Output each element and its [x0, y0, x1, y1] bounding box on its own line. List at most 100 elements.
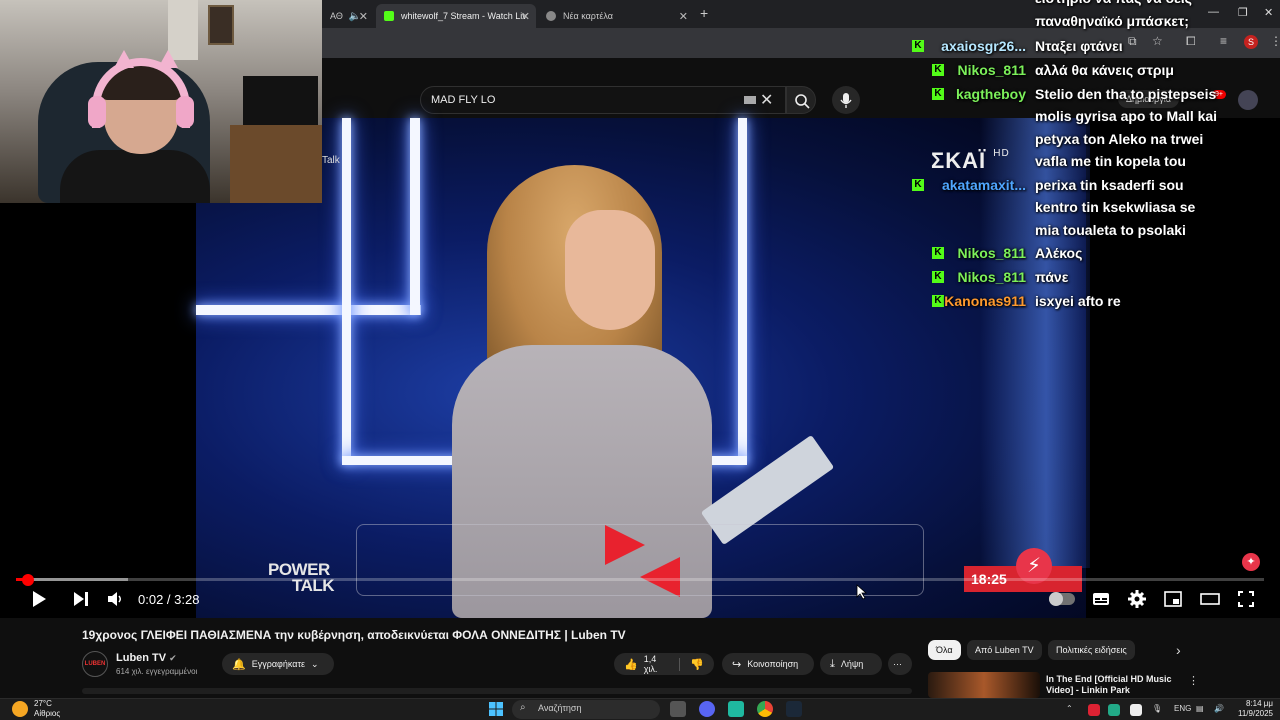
share-button[interactable]: ↪ Κοινοποίηση	[722, 653, 814, 675]
chip-political-news[interactable]: Πολιτικές ειδήσεις	[1048, 640, 1135, 660]
search-button[interactable]	[786, 86, 816, 114]
media-icon[interactable]: ≡	[1220, 34, 1227, 48]
like-icon[interactable]: 👍	[624, 658, 638, 671]
close-icon[interactable]: ✕	[359, 10, 368, 23]
recommended-thumbnail[interactable]	[928, 672, 1040, 698]
autoplay-knob	[1049, 592, 1063, 606]
taskbar-search[interactable]: Αναζήτηση	[512, 700, 660, 719]
theater-mode-icon[interactable]	[1200, 593, 1220, 605]
fullscreen-icon[interactable]	[1238, 591, 1254, 607]
steam-icon[interactable]	[786, 701, 802, 717]
verified-icon: ✔	[169, 653, 177, 663]
search-icon: ⌕	[520, 702, 526, 713]
tray-chevron-icon[interactable]: ⌃	[1066, 704, 1073, 713]
speaker-icon[interactable]: 🔊	[1214, 704, 1224, 713]
close-window-icon[interactable]: ✕	[1264, 6, 1273, 19]
chevron-right-icon[interactable]: ›	[1176, 642, 1181, 658]
bookmark-star-icon[interactable]: ☆	[1152, 34, 1163, 48]
new-tab-button[interactable]: +	[700, 5, 708, 21]
taskbar-search-text: Αναζήτηση	[538, 703, 582, 713]
play-icon[interactable]	[30, 590, 48, 608]
clear-search-icon[interactable]: ✕	[760, 90, 773, 110]
download-button[interactable]: ⤓ Λήψη	[820, 653, 882, 675]
voice-search-button[interactable]	[832, 86, 860, 114]
search-input[interactable]: MAD FLY LO	[420, 86, 786, 114]
bell-icon: 🔔	[232, 658, 246, 671]
download-label: Λήψη	[840, 659, 864, 669]
menu-icon[interactable]: ⋮	[1270, 34, 1280, 48]
recommended-title[interactable]: In The End [Official HD Music Video] - L…	[1046, 674, 1186, 696]
language-indicator[interactable]: ENG	[1174, 704, 1191, 713]
weather-widget[interactable]: 27°C Αίθριος	[34, 699, 60, 719]
like-count[interactable]: 1,4 χιλ.	[644, 654, 664, 674]
taskbar-clock[interactable]: 8:14 μμ 11/9/2025	[1238, 699, 1273, 719]
presenter-face	[565, 210, 655, 330]
settings-gear-icon[interactable]	[1128, 590, 1146, 608]
microphone-icon	[840, 93, 852, 108]
dislike-icon[interactable]: 👎	[679, 657, 704, 671]
neon-line	[342, 118, 351, 463]
tab-whitewolf-stream[interactable]: whitewolf_7 Stream - Watch Liv ✕	[376, 4, 536, 28]
taskbar-date: 11/9/2025	[1238, 709, 1273, 718]
show-logo-small: Talk	[322, 155, 340, 166]
chrome-icon[interactable]	[757, 701, 773, 717]
neon-line	[738, 118, 747, 463]
globe-icon	[546, 11, 556, 21]
tray-app-icon[interactable]	[1108, 704, 1120, 716]
network-icon[interactable]: ▤	[1196, 704, 1204, 713]
volume-icon[interactable]	[107, 591, 123, 607]
close-icon[interactable]: ✕	[521, 10, 530, 23]
like-dislike-group: 👍 1,4 χιλ. 👎	[614, 653, 714, 675]
keyboard-icon[interactable]	[744, 96, 756, 104]
discord-icon[interactable]	[699, 701, 715, 717]
extensions-icon[interactable]: ⧠	[1186, 34, 1196, 49]
miniplayer-icon[interactable]	[1164, 591, 1182, 607]
channel-avatar[interactable]: LUBEN	[82, 651, 108, 677]
streamer-webcam	[0, 0, 322, 203]
video-title: 19χρονος ΓΛΕΙΦΕΙ ΠΑΘΙΑΣΜΕΝΑ την κυβέρνησ…	[82, 628, 626, 642]
autoplay-toggle[interactable]	[1049, 592, 1075, 606]
task-view-icon[interactable]	[670, 701, 686, 717]
headset-cup-left	[88, 96, 106, 128]
chip-from-channel[interactable]: Από Luben TV	[967, 640, 1042, 660]
more-icon[interactable]: ⋮	[1188, 674, 1199, 687]
create-button[interactable]: Δημιουργία	[1118, 90, 1179, 108]
install-icon[interactable]: ⧉	[1128, 34, 1137, 49]
profile-avatar[interactable]: S	[1244, 35, 1258, 49]
tray-app-icon[interactable]	[1130, 704, 1142, 716]
neon-line	[410, 118, 420, 315]
cam-body	[60, 150, 210, 203]
cam-monitor	[243, 76, 318, 126]
subtitles-icon[interactable]	[1092, 591, 1110, 607]
microphone-icon[interactable]: 🎙	[1152, 704, 1162, 713]
more-actions-button[interactable]: ···	[888, 653, 912, 675]
cat-ear-left	[114, 50, 134, 68]
next-icon[interactable]	[72, 591, 90, 607]
channel-logo: ΣΚΑΪ HD	[931, 148, 1010, 174]
tab-label: whitewolf_7 Stream - Watch Liv	[401, 11, 527, 21]
windows-start-icon[interactable]	[488, 701, 504, 717]
chip-all[interactable]: Όλα	[928, 640, 961, 660]
subscribed-label: Εγγραφήκατε	[251, 659, 306, 669]
lower-third-frame	[356, 524, 924, 596]
search-icon	[795, 94, 810, 109]
close-icon[interactable]: ✕	[679, 10, 688, 23]
tab-label: Νέα καρτέλα	[563, 11, 613, 21]
download-icon: ⤓	[830, 657, 835, 670]
tab-new-tab[interactable]: Νέα καρτέλα ✕	[538, 4, 694, 28]
ambient-mode-icon[interactable]: ✦	[1242, 553, 1260, 571]
progress-scrubber[interactable]	[22, 574, 34, 586]
tray-app-icon[interactable]	[1088, 704, 1100, 716]
time-display: 0:02 / 3:28	[138, 592, 200, 607]
account-avatar[interactable]	[1238, 90, 1258, 110]
maximize-icon[interactable]: ❐	[1238, 6, 1248, 19]
channel-logo-hd: HD	[993, 148, 1010, 159]
cat-ear-right	[158, 50, 178, 68]
progress-bar[interactable]	[16, 578, 1264, 581]
app-icon[interactable]	[728, 701, 744, 717]
weather-sun-icon[interactable]	[12, 701, 28, 717]
channel-name[interactable]: Luben TV ✔	[116, 652, 177, 664]
subscribed-button[interactable]: 🔔 Εγγραφήκατε ⌄	[222, 653, 334, 675]
tab-partial[interactable]: ΑΘ 🔈 ✕	[322, 4, 374, 28]
minimize-icon[interactable]: —	[1208, 6, 1219, 18]
